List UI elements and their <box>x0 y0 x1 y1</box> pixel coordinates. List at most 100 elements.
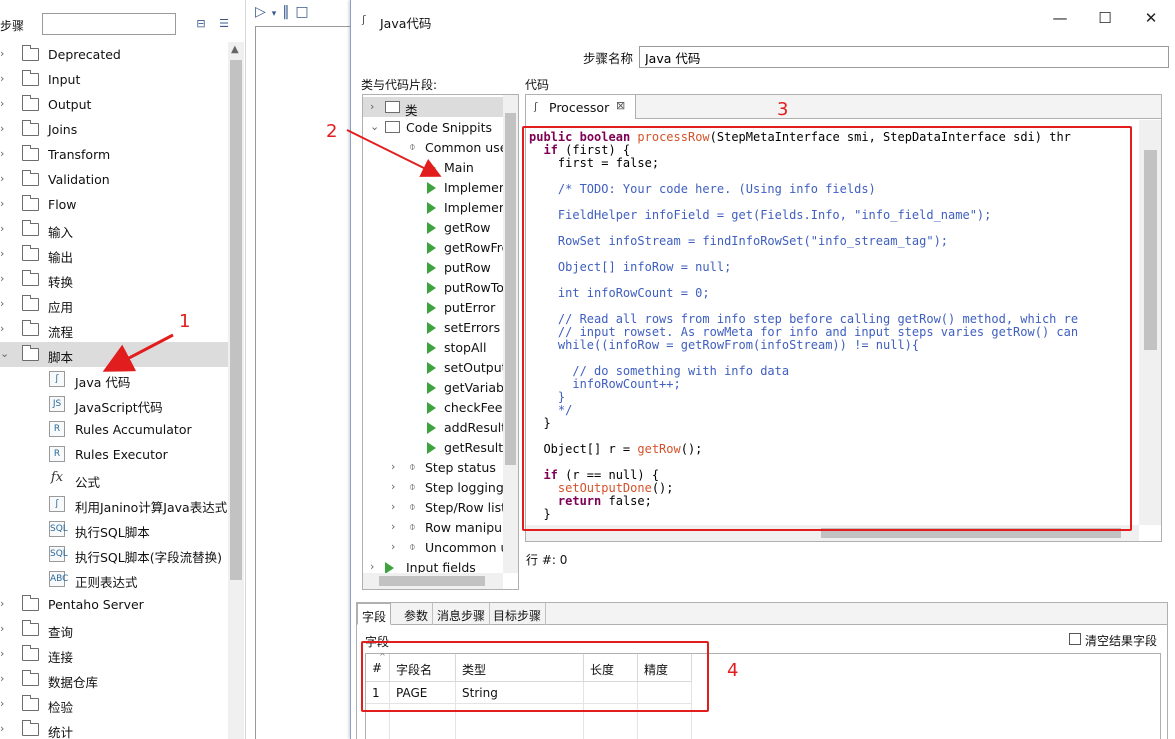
chevron-right-icon[interactable]: › <box>0 297 10 310</box>
snippet-item[interactable]: getRowFro <box>363 237 509 257</box>
close-button[interactable]: ✕ <box>1136 9 1166 33</box>
step-item[interactable]: ABC 正则表达式 <box>0 567 228 592</box>
snippets-vscrollbar[interactable] <box>503 95 518 573</box>
snippet-item[interactable]: setErrors <box>363 317 503 337</box>
chevron-down-icon[interactable]: ⌄ <box>0 347 10 360</box>
chevron-right-icon[interactable]: › <box>0 272 10 285</box>
maximize-button[interactable]: ☐ <box>1090 9 1120 33</box>
chevron-right-icon[interactable]: › <box>391 540 401 553</box>
chevron-right-icon[interactable]: › <box>0 647 10 660</box>
snippet-item[interactable]: getRow <box>363 217 503 237</box>
code-vscrollbar[interactable] <box>1139 120 1161 525</box>
snippet-item[interactable]: getResultF <box>363 437 510 457</box>
step-category-item[interactable]: › 连接 <box>0 642 228 667</box>
chevron-right-icon[interactable]: › <box>0 147 10 160</box>
step-item[interactable]: ʃ 利用Janino计算Java表达式 <box>0 492 228 517</box>
chevron-right-icon[interactable]: › <box>370 560 380 573</box>
chevron-right-icon[interactable]: › <box>0 622 10 635</box>
step-category-item[interactable]: › 查询 <box>0 617 228 642</box>
step-category-item[interactable]: › 输出 <box>0 242 228 267</box>
scroll-up-icon[interactable]: ▲ <box>231 44 239 55</box>
snippets-hscrollbar[interactable] <box>363 573 503 589</box>
snippet-group-item[interactable]: › ⌽ Uncommon u <box>363 537 508 557</box>
snippet-item[interactable]: putError <box>363 297 503 317</box>
snippet-item[interactable]: putRow <box>363 257 503 277</box>
steps-scrollbar[interactable]: ▲ <box>228 42 244 739</box>
snippet-item[interactable]: stopAll <box>363 337 503 357</box>
chevron-right-icon[interactable]: › <box>0 72 10 85</box>
step-item[interactable]: ʃ Java 代码 <box>0 367 228 392</box>
snippet-group-item[interactable]: ⌄ Code Snippits <box>363 117 503 137</box>
snippet-item[interactable]: setOutput <box>363 357 507 377</box>
chevron-right-icon[interactable]: › <box>370 100 380 113</box>
step-category-item[interactable]: › 输入 <box>0 217 228 242</box>
step-category-item[interactable]: › Input <box>0 67 228 92</box>
chevron-right-icon[interactable]: › <box>0 172 10 185</box>
snippet-group-item[interactable]: › ⌽ Step status <box>363 457 503 477</box>
snippet-group-item[interactable]: › ⌽ Step logging <box>363 477 504 497</box>
step-category-item[interactable]: ⌄ 脚本 <box>0 342 228 367</box>
step-category-item[interactable]: › Joins <box>0 117 228 142</box>
snippet-classes-item[interactable]: › 类 <box>363 97 503 118</box>
step-item[interactable]: SQL 执行SQL脚本(字段流替换) <box>0 542 228 567</box>
snippet-item[interactable]: putRowTo <box>363 277 504 297</box>
chevron-right-icon[interactable]: › <box>391 480 401 493</box>
step-item[interactable]: SQL 执行SQL脚本 <box>0 517 228 542</box>
step-category-item[interactable]: › 转换 <box>0 267 228 292</box>
snippet-group-item[interactable]: ⌽ Common use <box>363 137 507 157</box>
run-dropdown-icon[interactable]: ▾ <box>272 9 277 19</box>
expand-tree-icon[interactable]: ☰ <box>216 17 232 31</box>
chevron-right-icon[interactable]: › <box>391 500 401 513</box>
close-tab-icon[interactable]: ⊠ <box>616 99 625 112</box>
chevron-right-icon[interactable]: › <box>0 722 10 735</box>
tab-fields[interactable]: 字段 <box>357 603 392 625</box>
step-item[interactable]: fx 公式 <box>0 467 228 492</box>
scrollbar-thumb[interactable] <box>1144 150 1157 350</box>
collapse-tree-icon[interactable]: ⊟ <box>193 17 209 31</box>
snippet-group-item[interactable]: › ⌽ Step/Row list <box>363 497 506 517</box>
step-category-item[interactable]: › 数据仓库 <box>0 667 228 692</box>
scrollbar-thumb[interactable] <box>379 576 485 586</box>
stop-icon[interactable]: □ <box>295 4 308 20</box>
step-category-item[interactable]: › Pentaho Server <box>0 592 228 617</box>
snippet-group-item[interactable]: › ⌽ Row manipula <box>363 517 513 537</box>
step-category-item[interactable]: › Flow <box>0 192 228 217</box>
chevron-right-icon[interactable]: › <box>0 122 10 135</box>
chevron-right-icon[interactable]: › <box>0 197 10 210</box>
step-category-item[interactable]: › Deprecated <box>0 42 228 67</box>
snippet-item[interactable]: checkFeed <box>363 397 510 417</box>
scrollbar-thumb[interactable] <box>505 113 516 465</box>
chevron-right-icon[interactable]: › <box>0 672 10 685</box>
step-category-item[interactable]: › 应用 <box>0 292 228 317</box>
chevron-right-icon[interactable]: › <box>0 322 10 335</box>
chevron-right-icon[interactable]: › <box>0 97 10 110</box>
step-item[interactable]: R Rules Executor <box>0 442 228 467</box>
chevron-right-icon[interactable]: › <box>0 697 10 710</box>
step-category-item[interactable]: › 检验 <box>0 692 228 717</box>
snippet-item[interactable]: addResult <box>363 417 506 437</box>
chevron-right-icon[interactable]: › <box>391 520 401 533</box>
chevron-right-icon[interactable]: › <box>0 247 10 260</box>
chevron-right-icon[interactable]: › <box>391 460 401 473</box>
chevron-right-icon[interactable]: › <box>0 222 10 235</box>
tab-parameters[interactable]: 参数 <box>400 603 434 625</box>
clear-result-checkbox[interactable] <box>1069 633 1081 645</box>
step-category-item[interactable]: › Output <box>0 92 228 117</box>
chevron-right-icon[interactable]: › <box>0 597 10 610</box>
chevron-right-icon[interactable]: › <box>0 47 10 60</box>
step-item[interactable]: JS JavaScript代码 <box>0 392 228 417</box>
snippet-item[interactable]: getVariab <box>363 377 504 397</box>
steps-search-input[interactable] <box>42 13 176 35</box>
step-name-input[interactable] <box>639 46 1169 68</box>
step-category-item[interactable]: › Transform <box>0 142 228 167</box>
step-category-item[interactable]: › 流程 <box>0 317 228 342</box>
tab-processor[interactable]: ʃ Processor ⊠ <box>526 95 636 119</box>
scrollbar-thumb[interactable] <box>230 60 242 580</box>
pause-icon[interactable]: ‖ <box>282 4 289 20</box>
chevron-down-icon[interactable]: ⌄ <box>370 120 380 133</box>
tab-info-steps[interactable]: 消息步骤 <box>433 603 491 625</box>
step-category-item[interactable]: › 统计 <box>0 717 228 739</box>
step-item[interactable]: R Rules Accumulator <box>0 417 228 442</box>
snippet-item[interactable]: Implemen <box>363 177 507 197</box>
minimize-button[interactable]: — <box>1045 9 1075 33</box>
